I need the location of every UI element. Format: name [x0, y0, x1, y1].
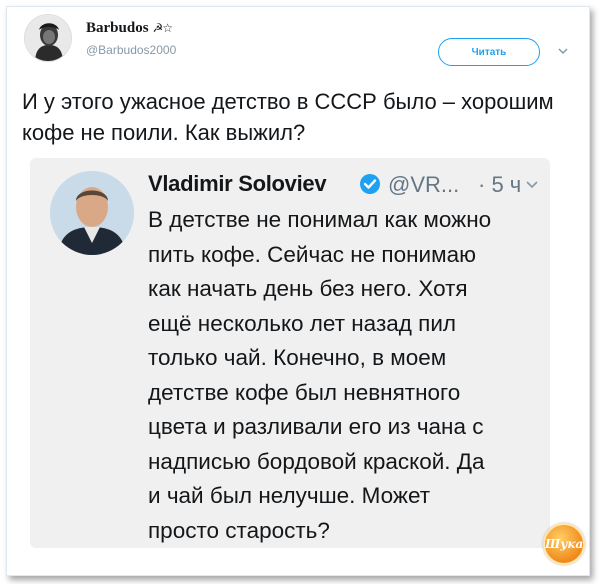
watermark-logo: Шука — [543, 523, 585, 565]
quoted-author-handle: @VR... — [388, 172, 460, 197]
verified-badge-icon — [359, 173, 381, 195]
author-name[interactable]: Barbudos ☭☆ — [86, 20, 173, 37]
quoted-tweet-text: В детстве не понимал как можно пить кофе… — [148, 207, 492, 543]
quoted-chevron-down-icon — [524, 176, 540, 192]
quoted-author-name: Vladimir Soloviev — [148, 171, 327, 196]
quoted-author-avatar — [50, 171, 134, 255]
author-handle[interactable]: @Barbudos2000 — [86, 43, 176, 57]
tweet-text: И у этого ужасное детство в СССР было – … — [22, 89, 554, 145]
quoted-timestamp: · 5 ч — [478, 172, 522, 197]
watermark-text: Шука — [545, 537, 584, 551]
chevron-down-icon[interactable] — [556, 44, 570, 58]
follow-button[interactable]: Читать — [438, 38, 540, 66]
author-avatar[interactable] — [24, 14, 72, 62]
author-name-text[interactable]: Barbudos — [86, 20, 149, 36]
author-emoji: ☭☆ — [152, 21, 173, 35]
